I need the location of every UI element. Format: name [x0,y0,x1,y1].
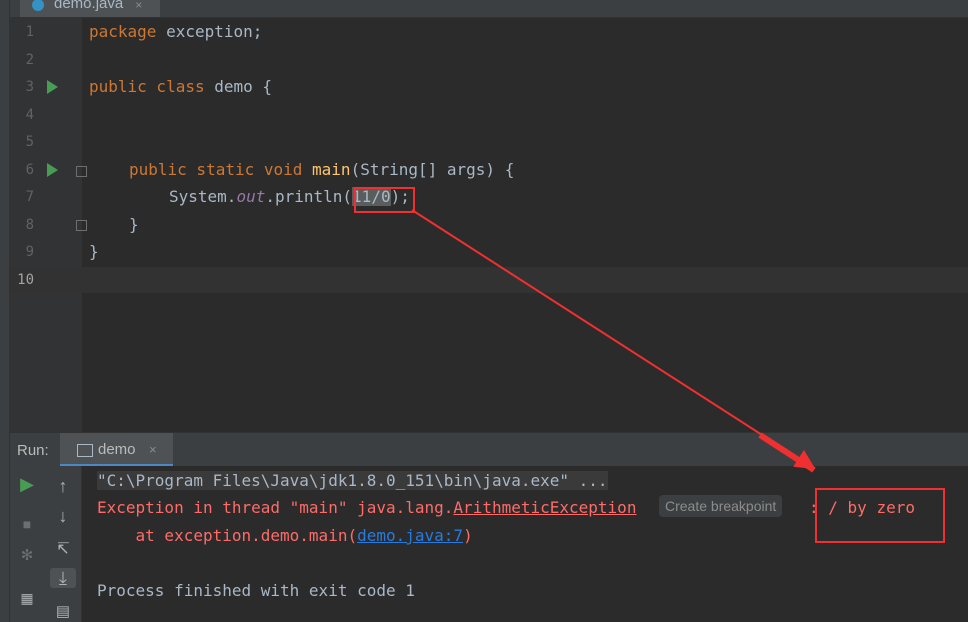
annotation-arrow [411,209,816,473]
